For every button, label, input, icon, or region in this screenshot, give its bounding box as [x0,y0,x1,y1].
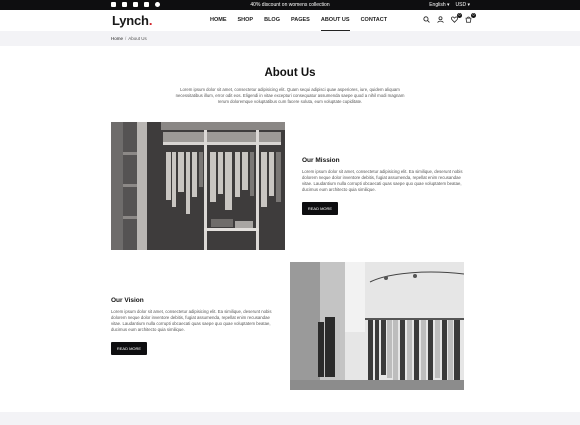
footer-strip [0,412,580,425]
mission-text: Lorem ipsum dolor sit amet, consectetur … [302,169,463,192]
nav-home[interactable]: HOME [210,17,227,24]
nav-blog[interactable]: BLOG [264,17,280,24]
language-select[interactable]: English ▾ [429,2,449,8]
nav-contact[interactable]: CONTACT [361,17,387,24]
top-bar: 40% discount on womens collection Englis… [0,0,580,10]
topbar-selectors: English ▾ USD ▾ [429,2,470,8]
vision-text: Lorem ipsum dolor sit amet, consectetur … [111,309,272,332]
nav-shop[interactable]: SHOP [238,17,254,24]
vision-read-more-button[interactable]: Read More [111,342,147,355]
mission-title: Our Mission [302,157,340,164]
search-icon[interactable] [423,16,430,23]
currency-select[interactable]: USD ▾ [456,2,470,8]
main-nav: HOME SHOP BLOG PAGES ABOUT US CONTACT [210,17,398,31]
cart-icon[interactable]: 0 [465,13,476,23]
promo-text: 40% discount on womens collection [250,2,330,8]
breadcrumb: Home / About Us [111,36,147,41]
header-icons: 0 0 [423,13,476,23]
wishlist-count-badge: 0 [457,13,462,18]
nav-about-us[interactable]: ABOUT US [320,17,350,31]
site-header: Lynch. HOME SHOP BLOG PAGES ABOUT US CON… [0,10,580,31]
nav-pages[interactable]: PAGES [291,17,310,24]
page-title: About Us [264,67,316,79]
logo[interactable]: Lynch. [112,13,152,28]
breadcrumb-bar: Home / About Us [0,31,580,46]
wardrobe-image [111,122,285,250]
mission-read-more-button[interactable]: Read More [302,202,338,215]
breadcrumb-current: About Us [128,36,147,41]
vision-title: Our Vision [111,297,144,304]
about-description: Lorem ipsum dolor sit amet, consectetur … [175,87,405,104]
user-icon[interactable] [437,16,444,23]
cart-count-badge: 0 [471,13,476,18]
mission-section: Our Mission Lorem ipsum dolor sit amet, … [302,157,464,215]
vision-section: Our Vision Lorem ipsum dolor sit amet, c… [111,297,273,355]
breadcrumb-home[interactable]: Home [111,36,123,41]
breadcrumb-separator: / [125,36,127,41]
store-image [290,262,464,390]
heart-icon[interactable]: 0 [451,13,462,23]
